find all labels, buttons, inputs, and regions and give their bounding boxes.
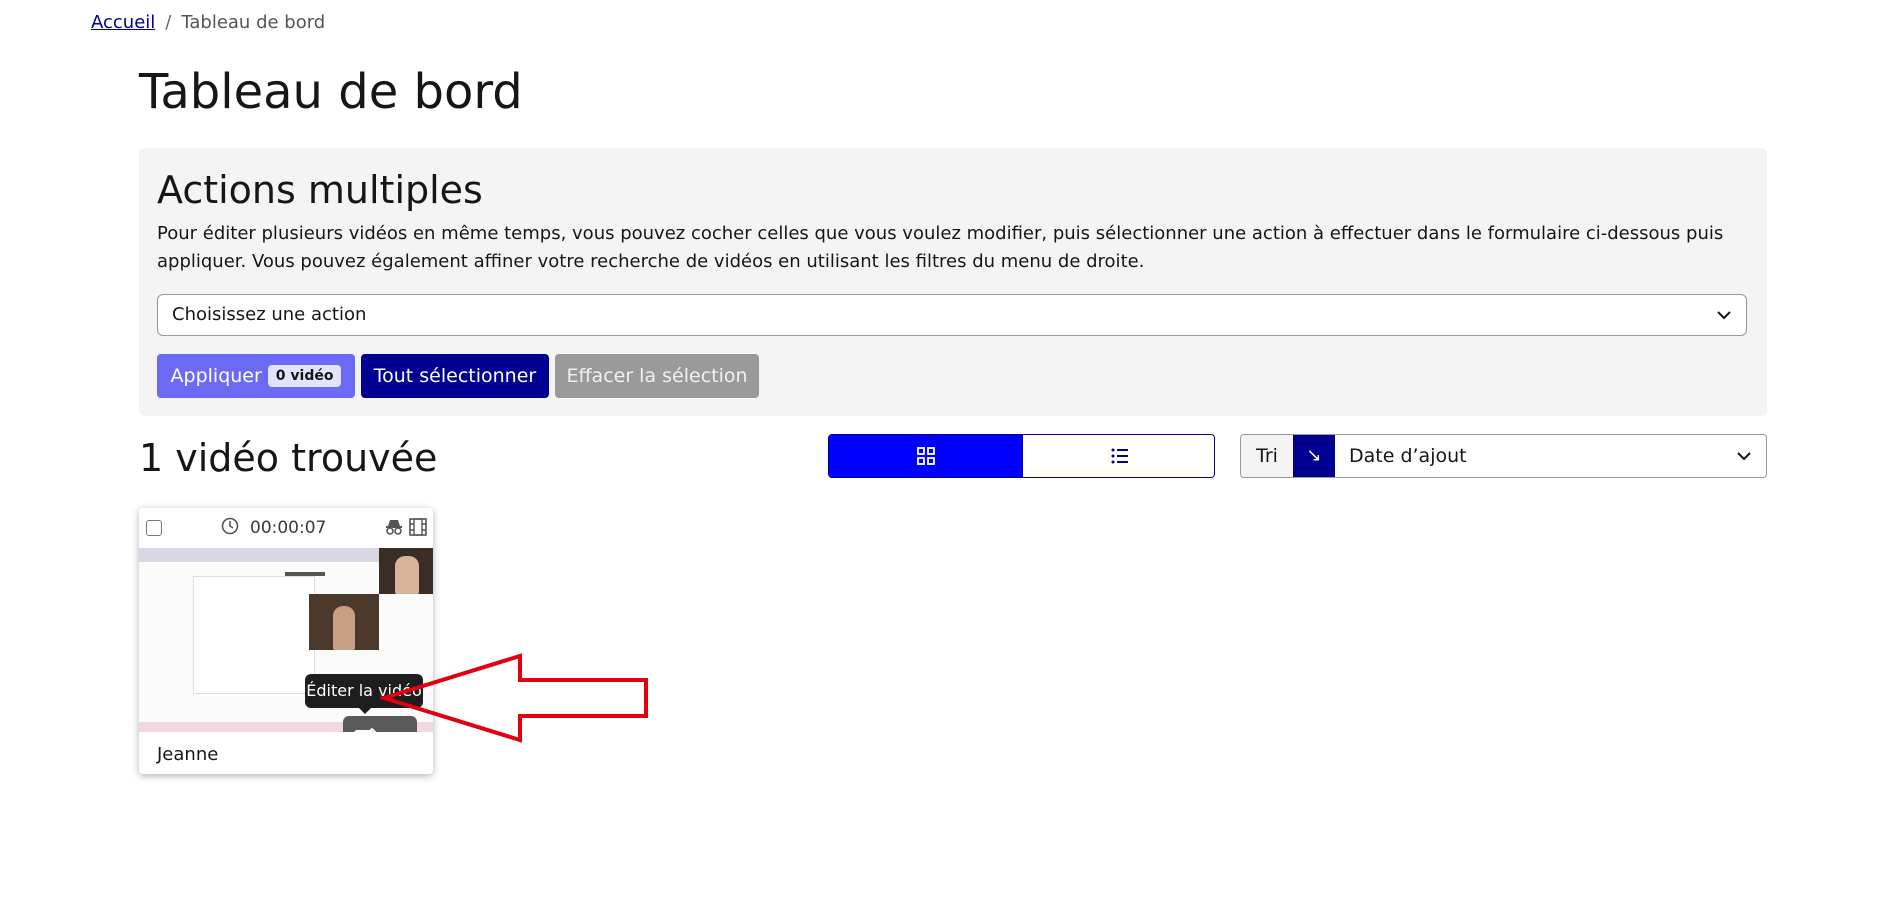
clock-icon [221, 517, 239, 535]
bulk-actions-title: Actions multiples [157, 168, 483, 212]
apply-button-label: Appliquer [170, 365, 262, 387]
chevron-down-icon [1737, 452, 1751, 461]
breadcrumb-home-link[interactable]: Accueil [91, 12, 155, 33]
breadcrumb-separator: / [165, 12, 172, 33]
sort-select[interactable]: Date d’ajout [1349, 435, 1467, 477]
grid-icon [916, 447, 935, 465]
spy-icon [386, 520, 402, 535]
select-all-button[interactable]: Tout sélectionner [361, 354, 549, 398]
action-select-value: Choisissez une action [172, 304, 367, 325]
film-icon [409, 518, 427, 536]
page-title: Tableau de bord [139, 64, 523, 120]
breadcrumb-current: Tableau de bord [181, 12, 326, 33]
view-mode-toggle [828, 434, 1215, 478]
webcam-overlay [379, 548, 433, 594]
selection-count-badge: 0 vidéo [267, 365, 342, 387]
list-icon [1111, 448, 1128, 464]
apply-button[interactable]: Appliquer 0 vidéo [157, 354, 355, 398]
sort-direction-button[interactable]: ↘ [1293, 435, 1335, 477]
annotation-arrow-icon [380, 653, 648, 743]
clear-selection-button[interactable]: Effacer la sélection [555, 354, 759, 398]
video-title[interactable]: Jeanne [157, 744, 218, 765]
grid-view-button[interactable] [829, 435, 1022, 477]
video-duration: 00:00:07 [250, 518, 327, 538]
bulk-actions-panel: Actions multiples Pour éditer plusieurs … [139, 148, 1767, 416]
webcam-overlay [309, 594, 379, 650]
video-select-checkbox[interactable] [146, 520, 162, 536]
action-select[interactable]: Choisissez une action [157, 294, 1747, 336]
edit-icon[interactable] [353, 727, 377, 732]
list-view-button[interactable] [1022, 435, 1214, 477]
sort-control: Tri ↘ Date d’ajout [1240, 434, 1767, 478]
results-count-title: 1 vidéo trouvée [139, 436, 438, 480]
breadcrumb: Accueil / Tableau de bord [91, 12, 325, 33]
chevron-down-icon [1717, 311, 1731, 320]
video-card-header: 00:00:07 [139, 508, 433, 548]
bulk-actions-description: Pour éditer plusieurs vidéos en même tem… [157, 223, 1724, 272]
sort-label: Tri [1241, 435, 1293, 477]
